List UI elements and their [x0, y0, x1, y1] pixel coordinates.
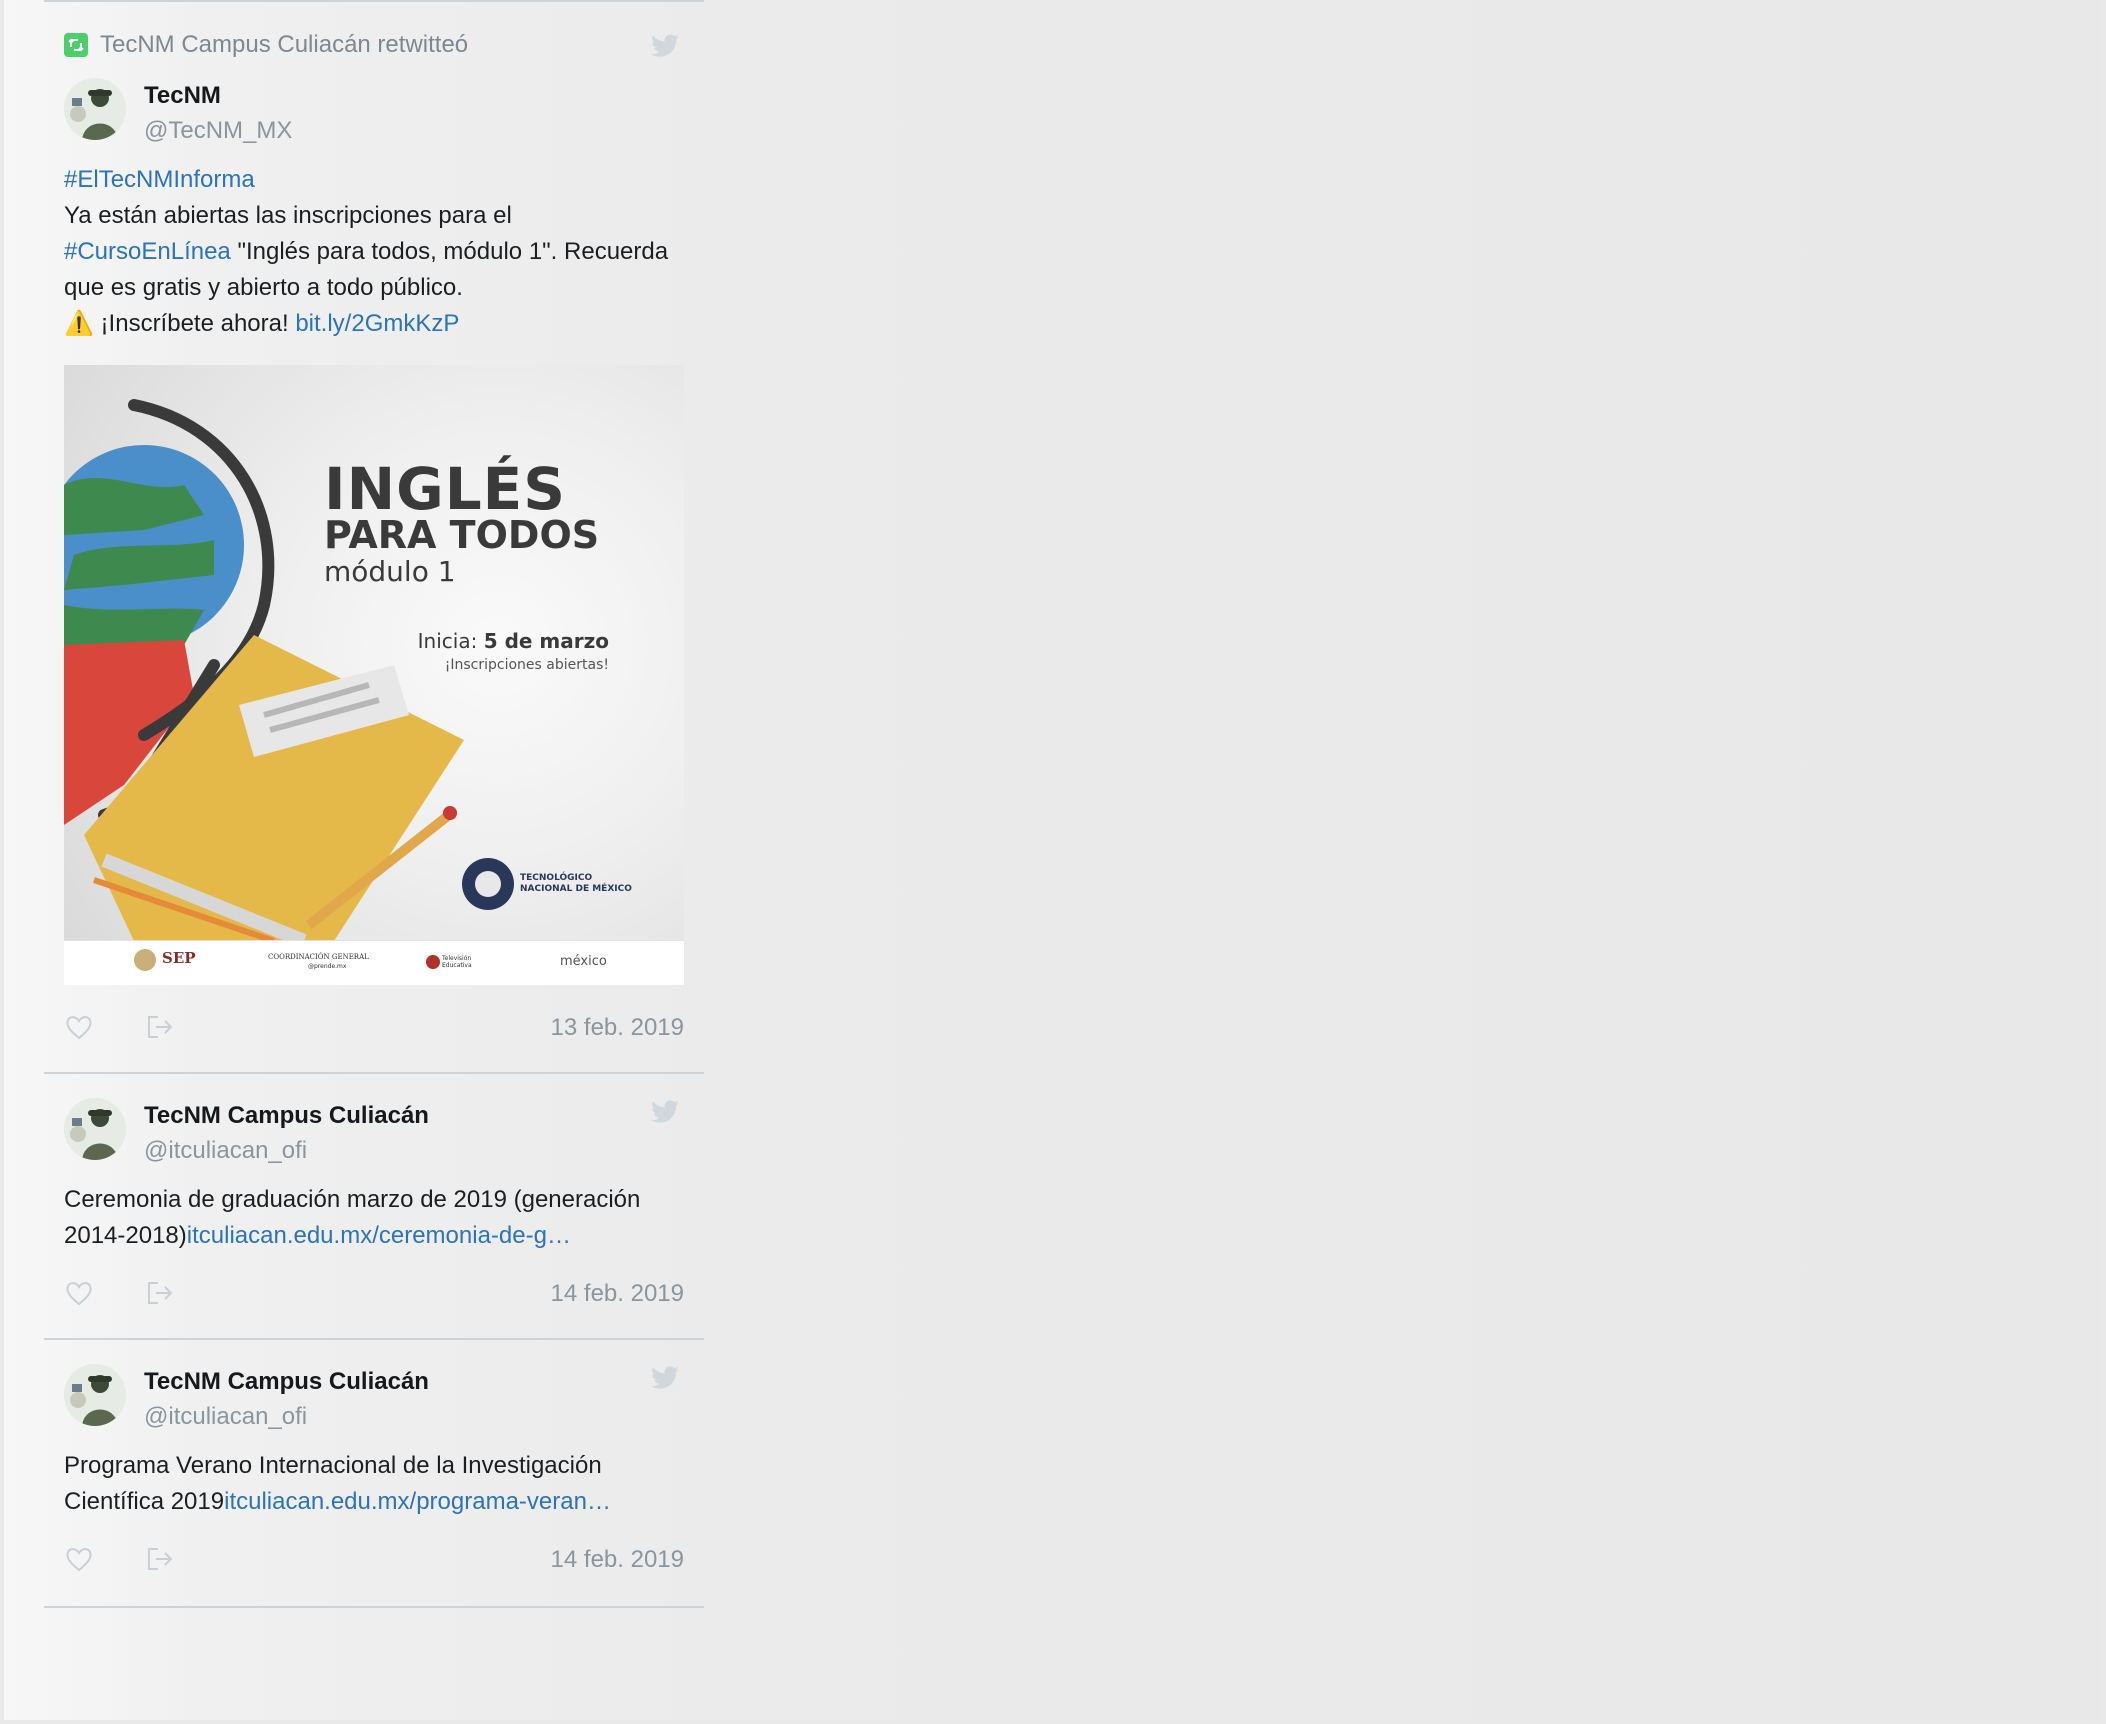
tweet-date[interactable]: 14 feb. 2019: [551, 1546, 684, 1574]
avatar[interactable]: [64, 1364, 126, 1426]
avatar[interactable]: [64, 78, 126, 140]
tweet-text-segment: "Inglés para todos, módulo 1". Recuerda: [230, 238, 669, 265]
tweet-text-segment: 2014-2018): [64, 1222, 187, 1249]
image-subtitle: PARA TODOS: [324, 513, 600, 557]
tweet[interactable]: TecNM Campus Culiacán @itculiacan_ofi Pr…: [44, 1338, 704, 1608]
tweet-text-segment: ¡Inscríbete ahora!: [93, 310, 296, 337]
tweet-text: Programa Verano Internacional de la Inve…: [64, 1448, 684, 1520]
short-link[interactable]: bit.ly/2GmkKzP: [295, 310, 459, 337]
tweet-actions: 14 feb. 2019: [64, 1542, 684, 1578]
tweet[interactable]: TecNM Campus Culiacán @itculiacan_ofi Ce…: [44, 1072, 704, 1340]
tweet-date[interactable]: 13 feb. 2019: [551, 1014, 684, 1042]
tweet-text-segment: Científica 2019: [64, 1488, 225, 1515]
tweet-link[interactable]: itculiacan.edu.mx/ceremonia-de-g…: [187, 1222, 571, 1249]
avatar[interactable]: [64, 1098, 126, 1160]
share-icon[interactable]: [144, 1278, 174, 1308]
share-icon[interactable]: [144, 1012, 174, 1042]
tweet[interactable]: TecNM Campus Culiacán retwitteó TecNM @T…: [44, 0, 704, 1074]
tweet-text-line: que es gratis y abierto a todo público.: [64, 274, 463, 301]
tweet-text-line: Ceremonia de graduación marzo de 2019 (g…: [64, 1186, 641, 1213]
image-enroll: ¡Inscripciones abiertas!: [444, 657, 609, 673]
footer-cg-logo: COORDINACIÓN GENERAL: [268, 953, 369, 961]
hashtag-link[interactable]: #ElTecNMInforma: [64, 166, 255, 193]
tweet-media-image[interactable]: INGLÉS PARA TODOS módulo 1 Inicia: 5 de …: [64, 365, 684, 985]
image-logo-line1: TECNOLÓGICO: [520, 873, 593, 883]
tweet-text: #ElTecNMInforma Ya están abiertas las in…: [64, 162, 684, 342]
retweet-notice: TecNM Campus Culiacán retwitteó: [64, 30, 468, 60]
share-icon[interactable]: [144, 1544, 174, 1574]
tweet-link[interactable]: itculiacan.edu.mx/programa-veran…: [224, 1488, 611, 1515]
footer-mexico-logo: méxico: [560, 954, 607, 969]
tweet-text-line: Ya están abiertas las inscripciones para…: [64, 202, 512, 229]
footer-cg-handle: @prende.mx: [308, 963, 347, 970]
image-start-label: Inicia:: [417, 629, 484, 653]
tweet-text: Ceremonia de graduación marzo de 2019 (g…: [64, 1182, 684, 1254]
twitter-bird-icon[interactable]: [650, 1366, 680, 1392]
author-handle[interactable]: @itculiacan_ofi: [144, 1137, 307, 1165]
author-handle[interactable]: @itculiacan_ofi: [144, 1403, 307, 1431]
image-start-date: 5 de marzo: [483, 629, 609, 653]
hashtag-link[interactable]: #CursoEnLínea: [64, 238, 231, 265]
author-handle[interactable]: @TecNM_MX: [144, 117, 292, 145]
heart-icon[interactable]: [64, 1544, 94, 1574]
image-module: módulo 1: [324, 555, 456, 588]
tweet-text-line: Programa Verano Internacional de la Inve…: [64, 1452, 602, 1479]
tweet-actions: 13 feb. 2019: [64, 1010, 684, 1046]
tweet-actions: 14 feb. 2019: [64, 1276, 684, 1312]
author-name[interactable]: TecNM: [144, 82, 221, 110]
footer-sep-logo: SEP: [162, 949, 196, 967]
retweet-icon: [64, 33, 88, 57]
author-name[interactable]: TecNM Campus Culiacán: [144, 1368, 429, 1396]
image-logo-line2: NACIONAL DE MÉXICO: [520, 884, 632, 894]
heart-icon[interactable]: [64, 1012, 94, 1042]
tweet-date[interactable]: 14 feb. 2019: [551, 1280, 684, 1308]
retweet-notice-text: TecNM Campus Culiacán retwitteó: [100, 31, 469, 58]
heart-icon[interactable]: [64, 1278, 94, 1308]
warning-icon: ⚠️: [64, 310, 94, 337]
twitter-bird-icon[interactable]: [650, 34, 680, 60]
twitter-bird-icon[interactable]: [650, 1100, 680, 1126]
author-name[interactable]: TecNM Campus Culiacán: [144, 1102, 429, 1130]
image-footer-logos: SEP COORDINACIÓN GENERAL @prende.mx Tele…: [64, 940, 684, 985]
footer-tv-logo: Televisión Educativa: [442, 955, 472, 969]
